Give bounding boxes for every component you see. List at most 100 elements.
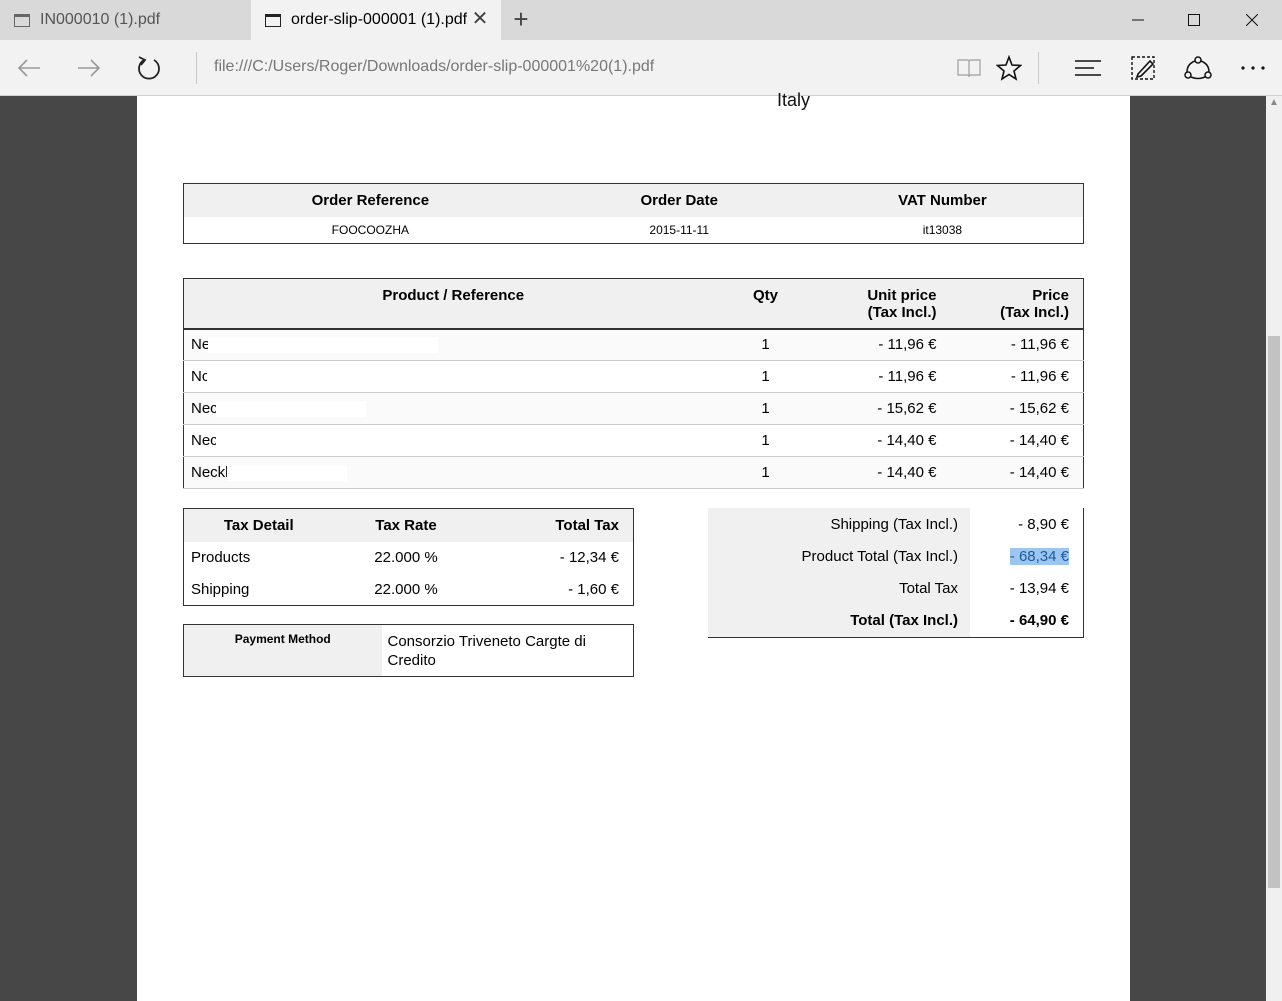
product-name: Neckl xyxy=(191,463,229,481)
forward-arrow-icon xyxy=(78,59,101,77)
share-button[interactable] xyxy=(1173,40,1223,96)
maximize-button[interactable] xyxy=(1166,0,1222,40)
order-date-header: Order Date xyxy=(556,183,802,217)
refresh-button[interactable] xyxy=(124,40,174,96)
unit-price-cell: - 11,96 € xyxy=(815,328,951,361)
new-tab-icon[interactable]: + xyxy=(508,6,534,34)
product-name-cell: Nec xyxy=(183,424,716,457)
unit-price-header: Unit price (Tax Incl.) xyxy=(815,278,951,330)
unit-price-cell: - 14,40 € xyxy=(815,424,951,457)
grand-total-value: - 64,90 € xyxy=(1009,611,1069,629)
address-country: Italy xyxy=(777,90,811,110)
vat-number-value: it13038 xyxy=(922,222,963,237)
close-tab-icon[interactable]: ✕ xyxy=(469,8,491,30)
tax-label: Products xyxy=(191,549,251,566)
scrollbar-thumb[interactable] xyxy=(1268,336,1280,888)
divider xyxy=(1038,52,1039,84)
vat-number-header: VAT Number xyxy=(801,183,1084,217)
divider xyxy=(196,52,197,84)
qty-cell: 1 xyxy=(715,424,816,457)
back-button[interactable] xyxy=(4,40,54,96)
tab-order-slip[interactable]: order-slip-000001 (1).pdf ✕ xyxy=(251,0,501,40)
address-bar[interactable]: file:///C:/Users/Roger/Downloads/order-s… xyxy=(214,58,654,76)
shipping-value: - 8,90 € xyxy=(1018,515,1069,533)
product-name-cell: Ne xyxy=(183,328,716,361)
more-button[interactable] xyxy=(1228,40,1278,96)
payment-method-label: Payment Method xyxy=(183,624,382,677)
table-row: Total (Tax Incl.) - 64,90 € xyxy=(708,604,1084,637)
product-total-value[interactable]: - 68,34 € xyxy=(1009,547,1069,565)
qty-cell: 1 xyxy=(715,360,816,393)
total-tax-header: Total Tax xyxy=(478,508,634,542)
page-icon xyxy=(265,13,281,27)
share-icon xyxy=(1184,56,1212,80)
product-name: Nec xyxy=(191,431,218,449)
price-cell: - 11,96 € xyxy=(950,328,1084,361)
table-row: Nec 1 - 14,40 € - 14,40 € xyxy=(183,424,1084,457)
table-row: Shipping 22.000 % - 1,60 € xyxy=(184,574,634,606)
qty-header: Qty xyxy=(715,278,816,330)
unit-price-cell: - 14,40 € xyxy=(815,456,951,489)
table-row: Total Tax - 13,94 € xyxy=(708,572,1084,604)
price-cell: - 14,40 € xyxy=(950,456,1084,489)
order-reference-header: Order Reference xyxy=(183,183,557,217)
web-note-button[interactable] xyxy=(1118,40,1168,96)
totals-table: Shipping (Tax Incl.) - 8,90 € Product To… xyxy=(708,508,1084,638)
products-table: Product / Reference Qty Unit price (Tax … xyxy=(183,278,1084,489)
forward-button[interactable] xyxy=(64,40,114,96)
pdf-page: Italy Order Reference Order Date VAT Num… xyxy=(137,90,1130,1001)
order-date-value: 2015-11-11 xyxy=(649,222,710,237)
tab-in000010[interactable]: IN000010 (1).pdf xyxy=(0,0,250,40)
price-cell: - 11,96 € xyxy=(950,360,1084,393)
close-window-button[interactable] xyxy=(1224,0,1280,40)
redaction xyxy=(215,433,366,450)
tab-title: IN000010 (1).pdf xyxy=(40,11,161,28)
table-row: Nec 1 - 15,62 € - 15,62 € xyxy=(183,392,1084,425)
minimize-button[interactable] xyxy=(1110,0,1166,40)
table-row: Product Total (Tax Incl.) - 68,34 € xyxy=(708,540,1084,572)
tax-total: - 1,60 € xyxy=(568,580,619,598)
product-header: Product / Reference xyxy=(183,278,716,330)
favorites-button[interactable] xyxy=(984,40,1034,96)
more-icon xyxy=(1241,66,1265,70)
tax-total: - 12,34 € xyxy=(559,549,619,566)
table-row: Shipping (Tax Incl.) - 8,90 € xyxy=(708,508,1084,540)
tab-title: order-slip-000001 (1).pdf xyxy=(291,11,467,28)
maximize-icon xyxy=(1188,14,1200,26)
hub-button[interactable] xyxy=(1063,40,1113,96)
product-name-cell: Nc xyxy=(183,360,716,393)
payment-method-value: Consorzio Triveneto Cargte di Credito xyxy=(387,633,586,669)
table-row: Nc 1 - 11,96 € - 11,96 € xyxy=(183,360,1084,393)
product-total-cell: - 68,34 € xyxy=(970,540,1084,572)
tax-rate-header: Tax Rate xyxy=(333,508,479,542)
price-cell: - 15,62 € xyxy=(950,392,1084,425)
shipping-label: Shipping (Tax Incl.) xyxy=(708,508,970,540)
product-name: Nec xyxy=(191,399,218,417)
tax-label: Shipping xyxy=(191,580,250,598)
tax-detail-table: Tax Detail Tax Rate Total Tax Products 2… xyxy=(183,508,634,606)
redaction xyxy=(208,337,439,354)
payment-method-table: Payment Method Consorzio Triveneto Cargt… xyxy=(183,624,634,677)
total-tax-label: Total Tax xyxy=(708,572,970,604)
total-tax-value: - 13,94 € xyxy=(1009,579,1069,597)
navigation-bar: file:///C:/Users/Roger/Downloads/order-s… xyxy=(0,40,1282,96)
web-note-icon xyxy=(1131,56,1155,80)
tax-rate: 22.000 % xyxy=(374,549,438,566)
qty-cell: 1 xyxy=(715,456,816,489)
page-icon xyxy=(14,13,30,27)
scroll-up-icon[interactable]: ▲ xyxy=(1266,96,1282,110)
book-icon xyxy=(957,59,981,78)
order-info-table: Order Reference Order Date VAT Number FO… xyxy=(183,183,1084,244)
redaction xyxy=(207,369,478,386)
minimize-icon xyxy=(1132,19,1144,21)
product-name-cell: Nec xyxy=(183,392,716,425)
table-row: Ne 1 - 11,96 € - 11,96 € xyxy=(183,328,1084,361)
tax-rate: 22.000 % xyxy=(374,580,438,598)
table-row: Products 22.000 % - 12,34 € xyxy=(184,542,634,574)
refresh-icon xyxy=(138,56,160,80)
close-icon xyxy=(1245,13,1259,27)
price-header: Price (Tax Incl.) xyxy=(950,278,1084,330)
unit-price-cell: - 11,96 € xyxy=(815,360,951,393)
redaction xyxy=(215,401,366,418)
qty-cell: 1 xyxy=(715,328,816,361)
